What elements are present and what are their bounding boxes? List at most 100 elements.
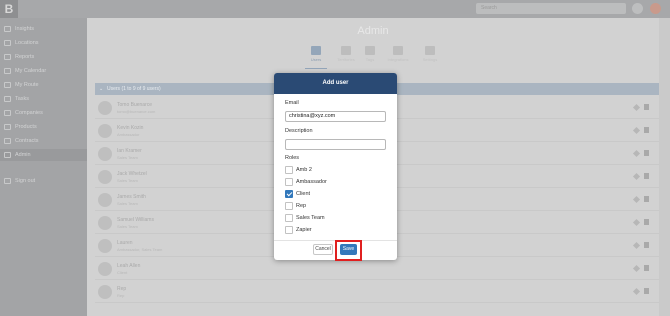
role-label: Client	[296, 191, 311, 197]
tab-users[interactable]: Users	[301, 46, 331, 69]
user-role: tomo@buenarce.com	[117, 109, 156, 114]
sidebar-item-label: My Calendar	[15, 68, 47, 74]
trash-icon[interactable]	[644, 265, 649, 271]
integration-icon	[393, 46, 403, 55]
cancel-button[interactable]: Cancel	[313, 244, 333, 255]
bell-icon[interactable]	[632, 3, 643, 14]
email-field[interactable]: christina@xyz.com	[285, 111, 386, 122]
modal-title: Add user	[274, 73, 397, 94]
user-role: Sales Team	[117, 224, 138, 229]
page-title: Admin	[357, 25, 389, 37]
pencil-icon[interactable]	[632, 287, 641, 296]
sidebar-item-admin[interactable]: Admin	[0, 149, 87, 161]
sidebar-item-locations[interactable]: Locations	[0, 37, 87, 49]
user-name: Kevin Kozin	[117, 125, 144, 131]
trash-icon[interactable]	[644, 242, 649, 248]
companies-icon	[4, 110, 11, 116]
tab-label: Tags	[365, 57, 375, 62]
user-role: Ambassador	[117, 132, 140, 137]
avatar	[98, 193, 112, 207]
sidebar-item-label: Contracts	[15, 138, 39, 144]
user-name: Tomo Buenarce	[117, 102, 153, 108]
pencil-icon[interactable]	[632, 195, 641, 204]
tab-tags[interactable]: Tags	[355, 46, 385, 68]
trash-icon[interactable]	[644, 104, 649, 110]
table-row[interactable]: Leah Allen Client	[95, 258, 659, 280]
trash-icon[interactable]	[644, 196, 649, 202]
avatar	[98, 124, 112, 138]
role-label: Rep	[296, 203, 307, 209]
avatar	[98, 101, 112, 115]
checkbox[interactable]	[285, 166, 293, 174]
checkbox[interactable]	[285, 226, 293, 234]
role-option-rep[interactable]: Rep	[285, 202, 385, 211]
trash-icon[interactable]	[644, 219, 649, 225]
tab-integrations[interactable]: Integrations	[383, 46, 413, 68]
report-icon	[4, 54, 11, 60]
user-role: Ambassador, Sales Team	[117, 247, 163, 252]
role-option-client[interactable]: Client	[285, 190, 385, 199]
table-row[interactable]: Rep Rep	[95, 281, 659, 303]
sidebar-item-contracts[interactable]: Contracts	[0, 135, 87, 147]
pencil-icon[interactable]	[632, 264, 641, 273]
tab-label: Users	[310, 57, 322, 62]
users-icon	[311, 46, 321, 55]
avatar	[98, 170, 112, 184]
user-role: Sales Team	[117, 155, 138, 160]
checkbox[interactable]	[285, 202, 293, 210]
tab-settings[interactable]: Settings	[415, 46, 445, 68]
user-name: James Smith	[117, 194, 146, 200]
pencil-icon[interactable]	[632, 149, 641, 158]
products-icon	[4, 124, 11, 130]
pencil-icon[interactable]	[632, 218, 641, 227]
sidebar-item-sign-out[interactable]: Sign out	[0, 175, 87, 187]
pencil-icon[interactable]	[632, 126, 641, 135]
role-option-zapier[interactable]: Zapier	[285, 226, 385, 235]
trash-icon[interactable]	[644, 173, 649, 179]
pencil-icon[interactable]	[632, 241, 641, 250]
user-role: Client	[117, 270, 128, 275]
checkbox-checked[interactable]	[285, 190, 293, 198]
description-field[interactable]	[285, 139, 386, 150]
checkbox[interactable]	[285, 214, 293, 222]
tab-label: Integrations	[387, 57, 409, 62]
avatar	[98, 216, 112, 230]
trash-icon[interactable]	[644, 150, 649, 156]
contracts-icon	[4, 138, 11, 144]
trash-icon[interactable]	[644, 127, 649, 133]
pencil-icon[interactable]	[632, 103, 641, 112]
role-option-ambassador[interactable]: Ambassador	[285, 178, 385, 187]
avatar[interactable]	[650, 3, 661, 14]
chevron-down-icon: ⌄	[99, 86, 104, 92]
sidebar-item-label: Admin	[15, 152, 31, 158]
sidebar-item-my-route[interactable]: My Route	[0, 79, 87, 91]
role-option-sales-team[interactable]: Sales Team	[285, 214, 385, 223]
sidebar-item-label: Sign out	[15, 178, 36, 184]
gear-icon	[4, 152, 11, 158]
avatar	[98, 285, 112, 299]
app-logo[interactable]: B	[0, 0, 18, 18]
sidebar-item-insights[interactable]: Insights	[0, 23, 87, 35]
sidebar-item-tasks[interactable]: Tasks	[0, 93, 87, 105]
email-label: Email	[285, 100, 299, 106]
map-icon	[341, 46, 351, 55]
avatar	[98, 239, 112, 253]
sidebar-item-label: My Route	[15, 82, 39, 88]
list-header-label: Users (1 to 9 of 9 users)	[107, 86, 161, 92]
sidebar-item-products[interactable]: Products	[0, 121, 87, 133]
role-option-amb-2[interactable]: Amb 2	[285, 166, 385, 175]
sidebar-item-companies[interactable]: Companies	[0, 107, 87, 119]
checkbox[interactable]	[285, 178, 293, 186]
save-button-highlight	[335, 240, 362, 261]
trash-icon[interactable]	[644, 288, 649, 294]
user-role: Sales Team	[117, 178, 138, 183]
sidebar-item-reports[interactable]: Reports	[0, 51, 87, 63]
pencil-icon[interactable]	[632, 172, 641, 181]
sidebar-item-my-calendar[interactable]: My Calendar	[0, 65, 87, 77]
roles-label: Roles	[285, 155, 300, 161]
search-input[interactable]: Search	[476, 3, 626, 14]
role-label: Ambassador	[296, 179, 327, 185]
role-label: Sales Team	[296, 215, 325, 221]
top-bar: B Search	[0, 0, 670, 18]
tasks-icon	[4, 96, 11, 102]
